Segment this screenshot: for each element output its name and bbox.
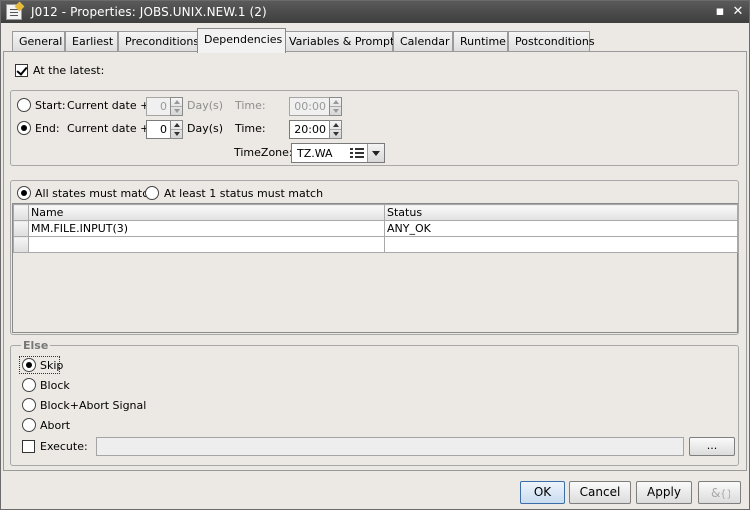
column-header-status[interactable]: Status (384, 204, 738, 221)
table-row[interactable]: MM.FILE.INPUT(3) ANY_OK (13, 220, 738, 237)
all-states-radio[interactable] (17, 186, 31, 200)
end-time-stepper[interactable]: 20:00 (289, 120, 343, 139)
timezone-label: TimeZone: (234, 146, 293, 159)
tab-runtime[interactable]: Runtime (453, 31, 508, 52)
variables-icon: & {} (711, 486, 733, 500)
abort-radio[interactable] (22, 418, 36, 432)
execute-label: Execute: (40, 440, 88, 453)
tab-earliest[interactable]: Earliest (65, 31, 118, 52)
chevron-down-icon[interactable] (367, 144, 384, 162)
skip-label: Skip (40, 359, 64, 372)
table-cell-name[interactable] (28, 236, 385, 253)
at-least-one-label: At least 1 status must match (164, 187, 324, 200)
at-latest-checkbox[interactable] (15, 64, 28, 77)
start-label: Start: (35, 99, 66, 112)
table-header-row: Name Status (13, 204, 738, 221)
apply-button[interactable]: Apply (636, 481, 692, 504)
start-current-date-label: Current date + (67, 99, 150, 112)
minimize-button[interactable]: ▪ (712, 4, 728, 20)
tab-general[interactable]: General (12, 31, 65, 52)
timezone-select[interactable]: TZ.WA (291, 143, 385, 163)
title-bar[interactable]: J012 - Properties: JOBS.UNIX.NEW.1 (2) ▪… (1, 1, 749, 23)
table-row[interactable] (13, 236, 738, 253)
start-time-stepper[interactable]: 00:00 (289, 97, 343, 116)
abort-label: Abort (40, 419, 71, 432)
cancel-button[interactable]: Cancel (569, 481, 631, 504)
execute-checkbox[interactable] (22, 440, 35, 453)
all-states-label: All states must match (35, 187, 156, 200)
row-header[interactable] (13, 220, 29, 237)
svg-text:&: & (711, 486, 720, 500)
tab-calendar[interactable]: Calendar (393, 31, 453, 52)
table-cell-name[interactable]: MM.FILE.INPUT(3) (28, 220, 385, 237)
end-days-unit: Day(s) (187, 122, 224, 135)
execute-field[interactable] (96, 437, 684, 456)
start-days-value[interactable]: 0 (146, 97, 171, 116)
row-header[interactable] (13, 236, 29, 253)
else-legend: Else (21, 339, 51, 352)
dependency-table[interactable]: Name Status MM.FILE.INPUT(3) ANY_OK (12, 203, 738, 333)
table-cell-status[interactable]: ANY_OK (384, 220, 738, 237)
ok-button[interactable]: OK (520, 481, 565, 504)
end-time-label: Time: (235, 122, 266, 135)
tab-preconditions[interactable]: Preconditions (118, 31, 206, 52)
svg-text:{}: {} (720, 489, 730, 500)
at-latest-label: At the latest: (33, 64, 105, 77)
start-time-spin-buttons[interactable] (329, 97, 342, 116)
end-days-stepper[interactable]: 0 (146, 120, 184, 139)
start-time-value[interactable]: 00:00 (289, 97, 330, 116)
end-label: End: (35, 122, 60, 135)
start-days-stepper[interactable]: 0 (146, 97, 184, 116)
end-radio[interactable] (17, 121, 31, 135)
browse-button[interactable]: ... (689, 437, 735, 456)
start-days-unit: Day(s) (187, 99, 224, 112)
end-current-date-label: Current date + (67, 122, 150, 135)
close-button[interactable]: ✕ (730, 4, 746, 20)
end-time-spin-buttons[interactable] (329, 120, 342, 139)
block-radio[interactable] (22, 378, 36, 392)
properties-icon (6, 4, 22, 20)
tab-postconditions[interactable]: Postconditions (508, 31, 595, 52)
window-title: J012 - Properties: JOBS.UNIX.NEW.1 (2) (31, 5, 267, 19)
timezone-value: TZ.WA (297, 147, 333, 160)
start-days-spin-buttons[interactable] (170, 97, 183, 116)
start-radio[interactable] (17, 98, 31, 112)
block-abort-signal-label: Block+Abort Signal (40, 399, 147, 412)
end-days-spin-buttons[interactable] (170, 120, 183, 139)
table-cell-status[interactable] (384, 236, 738, 253)
variables-button[interactable]: & {} (698, 481, 741, 504)
tab-variables-prompts[interactable]: Variables & Prompts (282, 31, 400, 52)
corner-cell (13, 204, 29, 221)
end-time-value[interactable]: 20:00 (289, 120, 330, 139)
column-header-name[interactable]: Name (28, 204, 385, 221)
block-abort-signal-radio[interactable] (22, 398, 36, 412)
start-time-label: Time: (235, 99, 266, 112)
properties-dialog: J012 - Properties: JOBS.UNIX.NEW.1 (2) ▪… (0, 0, 750, 510)
list-icon[interactable] (350, 147, 364, 159)
end-days-value[interactable]: 0 (146, 120, 171, 139)
tab-dependencies[interactable]: Dependencies (197, 28, 286, 53)
at-least-one-radio[interactable] (145, 186, 159, 200)
block-label: Block (40, 379, 70, 392)
